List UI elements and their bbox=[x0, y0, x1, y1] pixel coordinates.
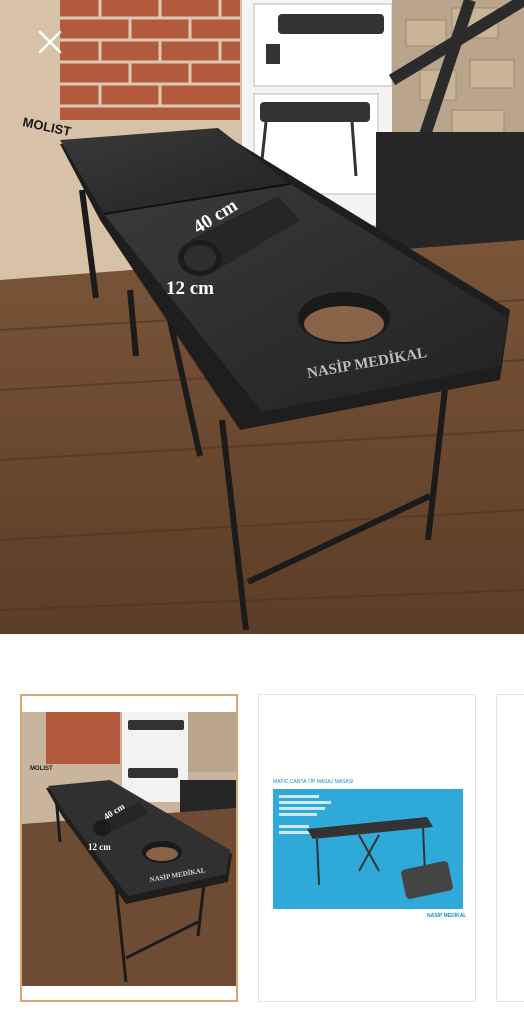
thumbnail-1[interactable]: MOLIST 40 cm 12 cm NASİP MEDİKAL bbox=[20, 694, 238, 1002]
main-product-image[interactable]: MOLIST 40 cm 12 cm NASİP MEDİKAL bbox=[0, 0, 524, 634]
close-button[interactable] bbox=[34, 26, 66, 58]
thumb-brand-sign: MOLIST bbox=[30, 766, 53, 772]
thumbnail-2[interactable]: MAFIC CANTA TİP MASAJ MASASI NASİP MEDİK… bbox=[258, 694, 476, 1002]
close-icon bbox=[38, 30, 62, 54]
thumb-dimension-height: 12 cm bbox=[88, 842, 111, 852]
dimension-height-label: 12 cm bbox=[166, 278, 214, 299]
thumbnail-strip[interactable]: MOLIST 40 cm 12 cm NASİP MEDİKAL MAFIC C… bbox=[0, 690, 524, 1010]
image-viewer: MOLIST 40 cm 12 cm NASİP MEDİKAL MOLIST … bbox=[0, 0, 524, 1024]
brick-wall bbox=[60, 0, 240, 120]
thumb-brand: NASİP MEDİKAL bbox=[427, 912, 466, 919]
thumbnail-3[interactable] bbox=[496, 694, 524, 1002]
thumb-heading: MAFIC CANTA TİP MASAJ MASASI bbox=[273, 778, 354, 785]
